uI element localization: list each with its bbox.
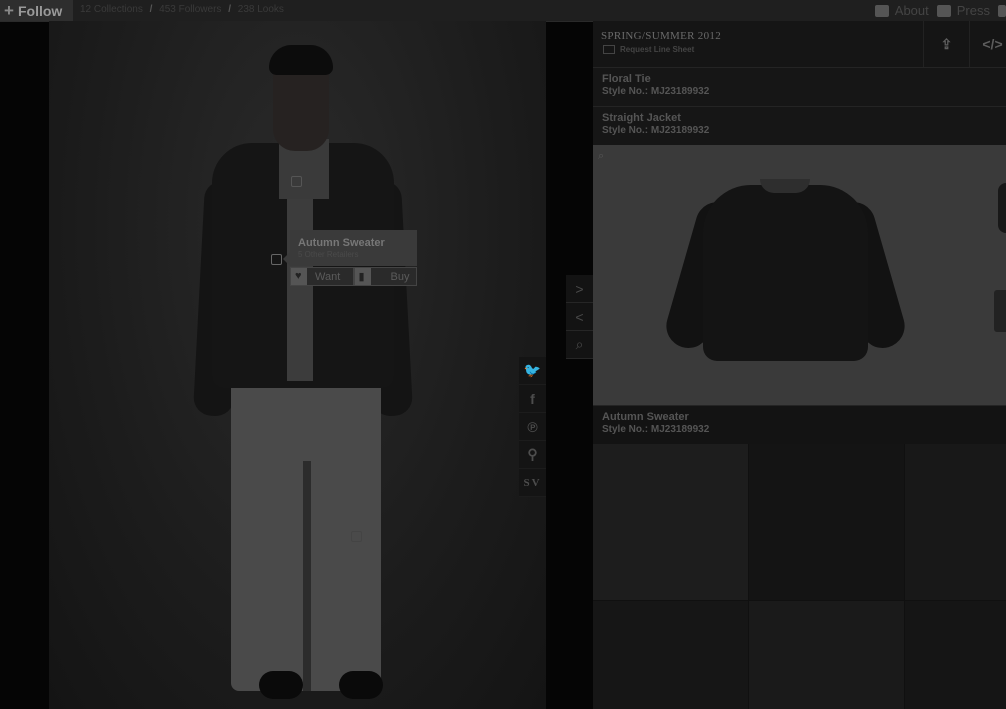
tooltip-body[interactable]: Autumn Sweater 5 Other Retailers: [290, 230, 417, 266]
figure-detail: [303, 461, 311, 691]
code-icon: </>: [982, 36, 1003, 52]
twitter-icon[interactable]: 🐦: [519, 357, 546, 385]
product-row-selected[interactable]: Autumn Sweater Style No.: MJ23189932: [593, 405, 1006, 444]
magnifier-icon[interactable]: ⌕: [598, 150, 604, 163]
tooltip-actions: ♥ Want ▮ Buy: [290, 267, 417, 286]
product-hotspot[interactable]: [351, 531, 362, 542]
tooltip-subtitle: 5 Other Retailers: [298, 250, 359, 259]
pinterest-icon[interactable]: ℗: [519, 413, 546, 441]
panel-header: SPRING/SUMMER 2012 Request Line Sheet ⇪ …: [593, 21, 1006, 67]
look-thumbnail[interactable]: [905, 601, 1006, 709]
look-photo[interactable]: [49, 21, 546, 709]
look-nav: > < ⌕: [566, 275, 593, 359]
breadcrumb-separator: /: [149, 4, 153, 15]
sv-icon[interactable]: SV: [519, 469, 546, 497]
document-icon: [603, 45, 615, 54]
look-thumbnail[interactable]: [749, 601, 904, 709]
follow-label: Follow: [18, 2, 63, 19]
more-icon: [998, 4, 1006, 17]
look-thumbnail[interactable]: [593, 444, 748, 600]
product-panel: SPRING/SUMMER 2012 Request Line Sheet ⇪ …: [593, 21, 1006, 709]
newspaper-icon: [936, 4, 951, 17]
product-name: Straight Jacket: [602, 112, 681, 124]
look-thumbnail[interactable]: [593, 601, 748, 709]
plus-icon: +: [4, 0, 14, 20]
facebook-icon[interactable]: f: [519, 385, 546, 413]
look-thumbnail[interactable]: [749, 444, 904, 600]
bag-icon: ▮: [354, 268, 371, 285]
product-style-no: Style No.: MJ23189932: [602, 125, 710, 136]
breadcrumb: 12 Collections / 453 Followers / 238 Loo…: [80, 4, 284, 15]
carousel-next-tab[interactable]: [994, 290, 1006, 332]
about-label: About: [894, 3, 929, 18]
figure-shoe: [259, 671, 303, 699]
buy-button[interactable]: ▮ Buy: [353, 267, 417, 286]
product-hotspot[interactable]: [271, 254, 282, 265]
product-row[interactable]: Floral Tie Style No.: MJ23189932: [593, 67, 1006, 106]
product-hotspot[interactable]: [291, 176, 302, 187]
zoom-icon[interactable]: ⌕: [566, 331, 593, 359]
breadcrumb-looks[interactable]: 238 Looks: [238, 4, 284, 15]
press-link[interactable]: Press: [936, 3, 990, 18]
tooltip-title[interactable]: Autumn Sweater: [298, 237, 385, 249]
figure-shoe: [339, 671, 383, 699]
request-line-sheet-label: Request Line Sheet: [620, 45, 695, 54]
pin-icon[interactable]: ⚲: [519, 441, 546, 469]
figure-shirt: [287, 191, 313, 381]
breadcrumb-separator: /: [228, 4, 231, 15]
product-preview[interactable]: ⌕: [593, 145, 1006, 405]
sweater-image: [703, 185, 868, 361]
product-name: Floral Tie: [602, 73, 651, 85]
more-link[interactable]: [998, 4, 1006, 17]
want-label: Want: [315, 270, 341, 283]
top-bar: + Follow 12 Collections / 453 Followers …: [0, 0, 1006, 22]
about-link[interactable]: About: [874, 3, 929, 18]
next-product-peek: [998, 183, 1006, 233]
product-tooltip: Autumn Sweater 5 Other Retailers ♥ Want …: [283, 230, 417, 286]
look-thumbnails: [593, 444, 1006, 709]
want-button[interactable]: ♥ Want: [290, 267, 354, 286]
chevron-right-icon[interactable]: >: [566, 275, 593, 303]
social-bar: 🐦 f ℗ ⚲ SV: [519, 357, 546, 497]
product-row[interactable]: Straight Jacket Style No.: MJ23189932: [593, 106, 1006, 145]
product-style-no: Style No.: MJ23189932: [602, 86, 710, 97]
breadcrumb-collections[interactable]: 12 Collections: [80, 4, 143, 15]
person-icon: [874, 4, 889, 17]
figure-hair: [269, 45, 333, 75]
sweater-neck: [760, 179, 810, 193]
tooltip-arrow: [283, 252, 290, 266]
heart-icon: ♥: [291, 268, 307, 285]
breadcrumb-followers[interactable]: 453 Followers: [159, 4, 221, 15]
follow-button[interactable]: + Follow: [0, 0, 73, 21]
season-title: SPRING/SUMMER 2012: [601, 30, 722, 42]
request-line-sheet-link[interactable]: Request Line Sheet: [603, 45, 694, 54]
top-links: About Press: [867, 0, 1006, 21]
press-label: Press: [956, 3, 990, 18]
product-style-no: Style No.: MJ23189932: [602, 424, 710, 435]
look-thumbnail[interactable]: [905, 444, 1006, 600]
buy-label: Buy: [390, 270, 410, 283]
product-name: Autumn Sweater: [602, 411, 689, 423]
share-button[interactable]: ⇪: [923, 21, 969, 67]
chevron-left-icon[interactable]: <: [566, 303, 593, 331]
embed-button[interactable]: </>: [969, 21, 1006, 67]
share-icon: ⇪: [940, 35, 953, 52]
